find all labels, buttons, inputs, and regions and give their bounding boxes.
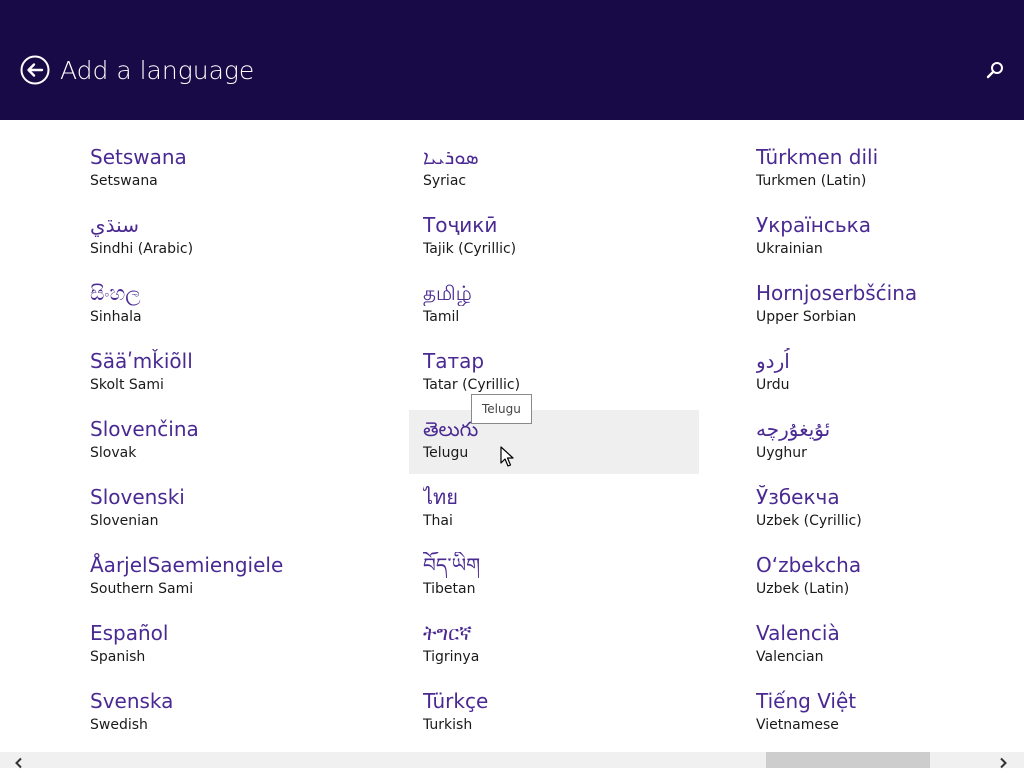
- language-tile-swedish[interactable]: Svenska Swedish: [76, 682, 366, 746]
- language-tile-vietnamese[interactable]: Tiếng Việt Vietnamese: [742, 682, 1024, 746]
- language-tile-slovak[interactable]: Slovenčina Slovak: [76, 410, 366, 474]
- language-tile-turkmen[interactable]: Türkmen dili Turkmen (Latin): [742, 138, 1024, 202]
- language-english-name: Skolt Sami: [90, 377, 164, 393]
- language-native-name: Slovenski: [90, 485, 185, 509]
- language-english-name: Slovak: [90, 445, 137, 461]
- language-english-name: Tamil: [423, 309, 460, 325]
- language-english-name: Syriac: [423, 173, 467, 189]
- language-native-name: தமிழ்: [423, 281, 472, 305]
- language-tile-syriac[interactable]: ܣܘܪܝܝܐ Syriac: [409, 138, 699, 202]
- search-button[interactable]: [984, 59, 1006, 81]
- language-tile-spanish[interactable]: Español Spanish: [76, 614, 366, 678]
- language-native-name: اُردو: [756, 349, 790, 373]
- language-tile-urdu[interactable]: اُردو Urdu: [742, 342, 1024, 406]
- language-english-name: Turkish: [423, 717, 473, 733]
- language-english-name: Uyghur: [756, 445, 807, 461]
- language-english-name: Tigrinya: [423, 649, 480, 665]
- language-native-name: Тоҷикӣ: [423, 213, 498, 237]
- language-english-name: Uzbek (Cyrillic): [756, 513, 862, 529]
- horizontal-scrollbar[interactable]: [0, 752, 1024, 769]
- language-tile-upper-sorbian[interactable]: Hornjoserbšćina Upper Sorbian: [742, 274, 1024, 338]
- language-tile-tigrinya[interactable]: ትግርኛ Tigrinya: [409, 614, 699, 678]
- language-tile-southern-sami[interactable]: ÅarjelSaemiengiele Southern Sami: [76, 546, 366, 610]
- language-english-name: Tibetan: [423, 581, 476, 597]
- language-english-name: Sinhala: [90, 309, 142, 325]
- language-tile-valencian[interactable]: Valencià Valencian: [742, 614, 1024, 678]
- language-native-name: ÅarjelSaemiengiele: [90, 553, 284, 577]
- language-tile-uzbek-cyrillic[interactable]: Ўзбекча Uzbek (Cyrillic): [742, 478, 1024, 542]
- language-native-name: Ўзбекча: [756, 485, 840, 509]
- page-title: Add a language: [60, 56, 255, 85]
- language-tile-ukrainian[interactable]: Українська Ukrainian: [742, 206, 1024, 270]
- back-arrow-icon: [20, 55, 50, 85]
- language-native-name: ไทย: [423, 485, 458, 509]
- language-english-name: Spanish: [90, 649, 146, 665]
- language-native-name: සිංහල: [90, 281, 141, 305]
- mouse-cursor-icon: [500, 446, 514, 467]
- language-native-name: ئۇيغۇرچە: [756, 417, 831, 441]
- language-tile-thai[interactable]: ไทย Thai: [409, 478, 699, 542]
- language-native-name: Татар: [423, 349, 485, 373]
- language-tile-skolt-sami[interactable]: Sääʹmǩiõll Skolt Sami: [76, 342, 366, 406]
- language-native-name: བོད་ཡིག: [423, 553, 481, 577]
- language-tile-slovenian[interactable]: Slovenski Slovenian: [76, 478, 366, 542]
- language-native-name: Svenska: [90, 689, 174, 713]
- chevron-left-icon: [15, 757, 22, 769]
- language-english-name: Upper Sorbian: [756, 309, 857, 325]
- language-english-name: Uzbek (Latin): [756, 581, 850, 597]
- language-native-name: Türkçe: [423, 689, 489, 713]
- language-english-name: Ukrainian: [756, 241, 823, 257]
- language-native-name: Setswana: [90, 145, 187, 169]
- scroll-right-button[interactable]: [996, 754, 1010, 769]
- language-english-name: Telugu: [423, 445, 469, 461]
- language-native-name: Español: [90, 621, 169, 645]
- app-header: Add a language: [0, 0, 1024, 120]
- language-native-name: ትግርኛ: [423, 621, 472, 645]
- language-tile-turkish[interactable]: Türkçe Turkish: [409, 682, 699, 746]
- language-english-name: Vietnamese: [756, 717, 839, 733]
- language-english-name: Slovenian: [90, 513, 159, 529]
- language-native-name: Українська: [756, 213, 871, 237]
- language-english-name: Tajik (Cyrillic): [423, 241, 517, 257]
- language-native-name: తెలుగు: [423, 417, 479, 441]
- scrollbar-thumb[interactable]: [766, 752, 930, 768]
- language-english-name: Valencian: [756, 649, 824, 665]
- language-native-name: Tiếng Việt: [756, 689, 857, 713]
- language-tile-sinhala[interactable]: සිංහල Sinhala: [76, 274, 366, 338]
- language-english-name: Tatar (Cyrillic): [423, 377, 521, 393]
- language-tile-sindhi[interactable]: سنڌي Sindhi (Arabic): [76, 206, 366, 270]
- language-native-name: Slovenčina: [90, 417, 199, 441]
- language-native-name: O‘zbekcha: [756, 553, 862, 577]
- language-english-name: Swedish: [90, 717, 148, 733]
- language-tile-setswana[interactable]: Setswana Setswana: [76, 138, 366, 202]
- language-english-name: Urdu: [756, 377, 790, 393]
- language-native-name: Türkmen dili: [756, 145, 879, 169]
- scroll-left-button[interactable]: [12, 754, 26, 769]
- tooltip: Telugu: [471, 394, 532, 424]
- language-native-name: Sääʹmǩiõll: [90, 349, 193, 373]
- language-tile-uyghur[interactable]: ئۇيغۇرچە Uyghur: [742, 410, 1024, 474]
- search-icon: [986, 62, 1003, 79]
- language-native-name: ܣܘܪܝܝܐ: [423, 145, 479, 169]
- language-list: Setswana Setswana سنڌي Sindhi (Arabic) ස…: [0, 120, 1024, 752]
- language-english-name: Thai: [423, 513, 453, 529]
- language-tile-tatar[interactable]: Татар Tatar (Cyrillic): [409, 342, 699, 406]
- language-column-2: ܣܘܪܝܝܐ Syriac Тоҷикӣ Tajik (Cyrillic) தம…: [409, 138, 699, 750]
- language-tile-tajik[interactable]: Тоҷикӣ Tajik (Cyrillic): [409, 206, 699, 270]
- language-tile-telugu[interactable]: తెలుగు Telugu: [409, 410, 699, 474]
- language-native-name: Hornjoserbšćina: [756, 281, 918, 305]
- chevron-right-icon: [1000, 757, 1007, 769]
- language-english-name: Turkmen (Latin): [756, 173, 867, 189]
- language-english-name: Setswana: [90, 173, 158, 189]
- language-tile-tamil[interactable]: தமிழ் Tamil: [409, 274, 699, 338]
- language-english-name: Southern Sami: [90, 581, 194, 597]
- language-column-3: Türkmen dili Turkmen (Latin) Українська …: [742, 138, 1024, 750]
- language-column-1: Setswana Setswana سنڌي Sindhi (Arabic) ස…: [76, 138, 366, 750]
- language-tile-uzbek-latin[interactable]: O‘zbekcha Uzbek (Latin): [742, 546, 1024, 610]
- language-native-name: سنڌي: [90, 213, 139, 237]
- language-english-name: Sindhi (Arabic): [90, 241, 194, 257]
- language-tile-tibetan[interactable]: བོད་ཡིག Tibetan: [409, 546, 699, 610]
- language-native-name: Valencià: [756, 621, 840, 645]
- back-button[interactable]: [20, 55, 50, 85]
